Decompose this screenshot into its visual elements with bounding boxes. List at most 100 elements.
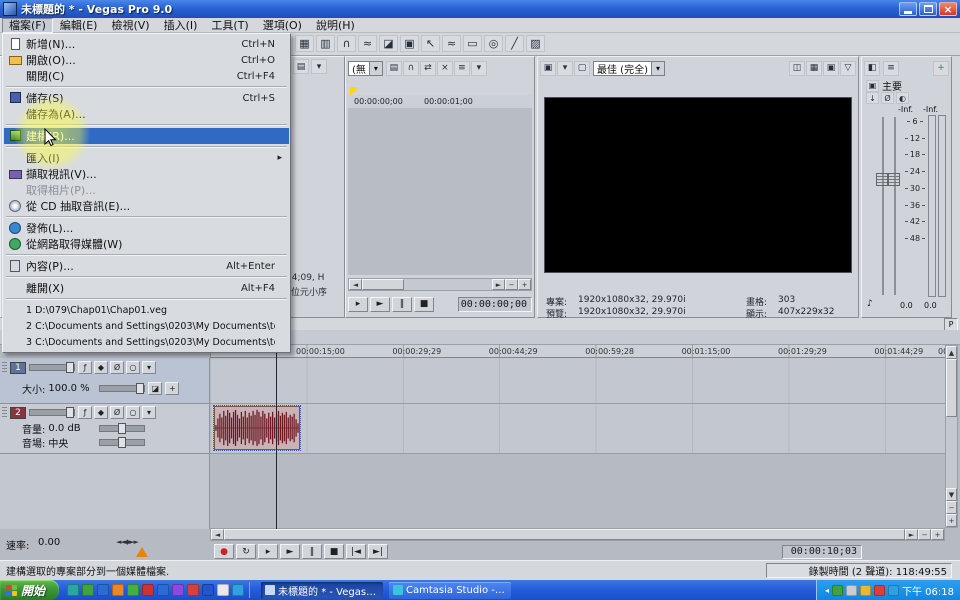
quicklaunch-icon[interactable] xyxy=(82,584,94,596)
track-level-slider[interactable] xyxy=(29,364,75,371)
track-level-slider[interactable] xyxy=(29,409,75,416)
file-menu-item[interactable]: 新增(N)...Ctrl+N xyxy=(4,36,289,52)
track-row-audio[interactable] xyxy=(210,404,945,454)
slider-thumb[interactable] xyxy=(66,407,74,418)
menubar-item[interactable]: 檔案(F) xyxy=(2,18,53,33)
audio-event-clip[interactable] xyxy=(214,406,300,450)
track-drag-handle[interactable] xyxy=(2,407,7,419)
project-properties-icon[interactable]: ▣ xyxy=(540,61,556,76)
menubar-item[interactable]: 工具(T) xyxy=(204,18,255,33)
overlays-icon[interactable]: ▦ xyxy=(806,61,822,76)
zoom-in-icon[interactable]: + xyxy=(931,529,944,540)
minimize-button[interactable] xyxy=(899,2,917,16)
file-menu-item[interactable]: 取得相片(P)... xyxy=(4,182,289,198)
taskbar-task-button[interactable]: Camtasia Studio - Unti... xyxy=(389,582,511,599)
scroll-right-icon[interactable]: ► xyxy=(492,279,505,290)
scroll-up-icon[interactable]: ▲ xyxy=(946,346,957,359)
pause-button[interactable]: ‖ xyxy=(302,544,322,559)
record-button[interactable]: ● xyxy=(214,544,234,559)
quicklaunch-icon[interactable] xyxy=(112,584,124,596)
pan-slider[interactable] xyxy=(99,439,145,446)
maximize-button[interactable] xyxy=(919,2,937,16)
track-header-audio[interactable]: 2 ƒ◆Ø○▾ 音量: 0.0 dB 音場: 中央 xyxy=(0,404,210,454)
trimmer-scrollbar[interactable]: ◄ ► − + xyxy=(348,278,532,291)
automation-settings-icon[interactable]: ◆ xyxy=(94,361,108,374)
size-slider[interactable] xyxy=(99,385,145,392)
menubar-item[interactable]: 編輯(E) xyxy=(53,18,105,33)
file-menu-item[interactable]: 2 C:\Documents and Settings\0203\My Docu… xyxy=(4,318,289,334)
scrollbar-track[interactable] xyxy=(404,279,492,290)
more-icon[interactable]: ▾ xyxy=(142,361,156,374)
volume-slider[interactable] xyxy=(99,425,145,432)
menubar-item[interactable]: 插入(I) xyxy=(157,18,205,33)
play-from-start-button[interactable]: ▸ xyxy=(258,544,278,559)
scroll-left-icon[interactable]: ◄ xyxy=(211,529,224,540)
slider-thumb[interactable] xyxy=(118,437,126,448)
dropdown-icon[interactable]: ▾ xyxy=(311,59,327,74)
lock-envelopes-icon[interactable]: ◪ xyxy=(379,35,398,52)
zoom-in-icon[interactable]: + xyxy=(518,279,531,290)
file-menu-item[interactable]: 離開(X)Alt+F4 xyxy=(4,280,289,296)
dropdown-icon[interactable]: ▾ xyxy=(471,61,487,76)
grid-icon[interactable]: ▦ xyxy=(295,35,314,52)
menu-icon[interactable]: ≡ xyxy=(883,61,899,76)
selection-tool-icon[interactable]: ▭ xyxy=(463,35,482,52)
file-menu-item[interactable]: 從網路取得媒體(W) xyxy=(4,236,289,252)
track-header-video[interactable]: 1 ƒ◆Ø○▾ 大小: 100.0 % ◪ + xyxy=(0,358,210,404)
quicklaunch-icon[interactable] xyxy=(172,584,184,596)
properties-icon[interactable]: ▤ xyxy=(386,61,402,76)
fader-thumb-right[interactable] xyxy=(888,173,900,186)
quicklaunch-icon[interactable] xyxy=(187,584,199,596)
automation-settings-icon[interactable]: ◆ xyxy=(94,406,108,419)
track-fx-icon[interactable]: ƒ xyxy=(78,361,92,374)
tray-icon[interactable] xyxy=(888,585,899,596)
start-button[interactable]: 開始 xyxy=(0,580,59,600)
format-dropdown[interactable]: (無 ▾ xyxy=(348,61,383,76)
fader-track[interactable] xyxy=(882,117,884,295)
more-icon[interactable]: ▾ xyxy=(142,406,156,419)
quicklaunch-icon[interactable] xyxy=(127,584,139,596)
snap-icon[interactable]: ∩ xyxy=(337,35,356,52)
play-button[interactable]: ► xyxy=(370,297,390,312)
file-menu-item[interactable]: 內容(P)...Alt+Enter xyxy=(4,258,289,274)
quicklaunch-icon[interactable] xyxy=(67,584,79,596)
preview-quality-dropdown[interactable]: 最佳 (完全) ▾ xyxy=(593,61,665,76)
rate-scrub-control[interactable]: ◄◄◆►► xyxy=(116,538,138,546)
timeline-v-scrollbar[interactable]: ▲ ▼ − + xyxy=(945,345,958,528)
go-to-end-button[interactable]: ►| xyxy=(368,544,388,559)
slider-thumb[interactable] xyxy=(136,383,144,394)
group-icon[interactable]: ▣ xyxy=(400,35,419,52)
scrollbar-track[interactable] xyxy=(946,417,957,488)
downmix-icon[interactable]: ↓ xyxy=(866,92,879,104)
file-menu-item[interactable]: 發佈(L)... xyxy=(4,220,289,236)
scroll-down-icon[interactable]: ▼ xyxy=(946,488,957,501)
fader-thumb-left[interactable] xyxy=(876,173,888,186)
tray-icon[interactable] xyxy=(846,585,857,596)
mute-icon[interactable]: Ø xyxy=(110,406,124,419)
dropdown-icon[interactable]: ▾ xyxy=(557,61,573,76)
quicklaunch-icon[interactable] xyxy=(97,584,109,596)
copy-frame-icon[interactable]: ▣ xyxy=(823,61,839,76)
zoom-out-icon[interactable]: − xyxy=(918,529,931,540)
envelope-tool-icon[interactable]: ≈ xyxy=(442,35,461,52)
track-fx-icon[interactable]: ƒ xyxy=(78,406,92,419)
insert-bus-icon[interactable]: + xyxy=(933,61,949,76)
brush-tool-icon[interactable]: ▨ xyxy=(526,35,545,52)
fader-track[interactable] xyxy=(894,117,896,295)
track-motion-icon[interactable]: + xyxy=(165,382,179,395)
quicklaunch-icon[interactable] xyxy=(142,584,154,596)
track-row-video[interactable] xyxy=(210,358,945,404)
taskbar-task-button[interactable]: 未標題的 * - Vegas P... xyxy=(261,582,383,599)
quicklaunch-icon[interactable] xyxy=(157,584,169,596)
file-menu-item[interactable]: 開啟(O)...Ctrl+O xyxy=(4,52,289,68)
ripple-edit-icon[interactable]: ≈ xyxy=(358,35,377,52)
transfer-icon[interactable]: ⇄ xyxy=(420,61,436,76)
external-monitor-icon[interactable]: ▢ xyxy=(574,61,590,76)
stop-button[interactable]: ■ xyxy=(414,297,434,312)
loop-playback-button[interactable]: ↻ xyxy=(236,544,256,559)
mute-icon[interactable]: Ø xyxy=(110,361,124,374)
slider-thumb[interactable] xyxy=(66,362,74,373)
tray-icon[interactable] xyxy=(832,585,843,596)
file-menu-item[interactable]: 1 D:\079\Chap01\Chap01.veg xyxy=(4,302,289,318)
tray-icon[interactable] xyxy=(860,585,871,596)
